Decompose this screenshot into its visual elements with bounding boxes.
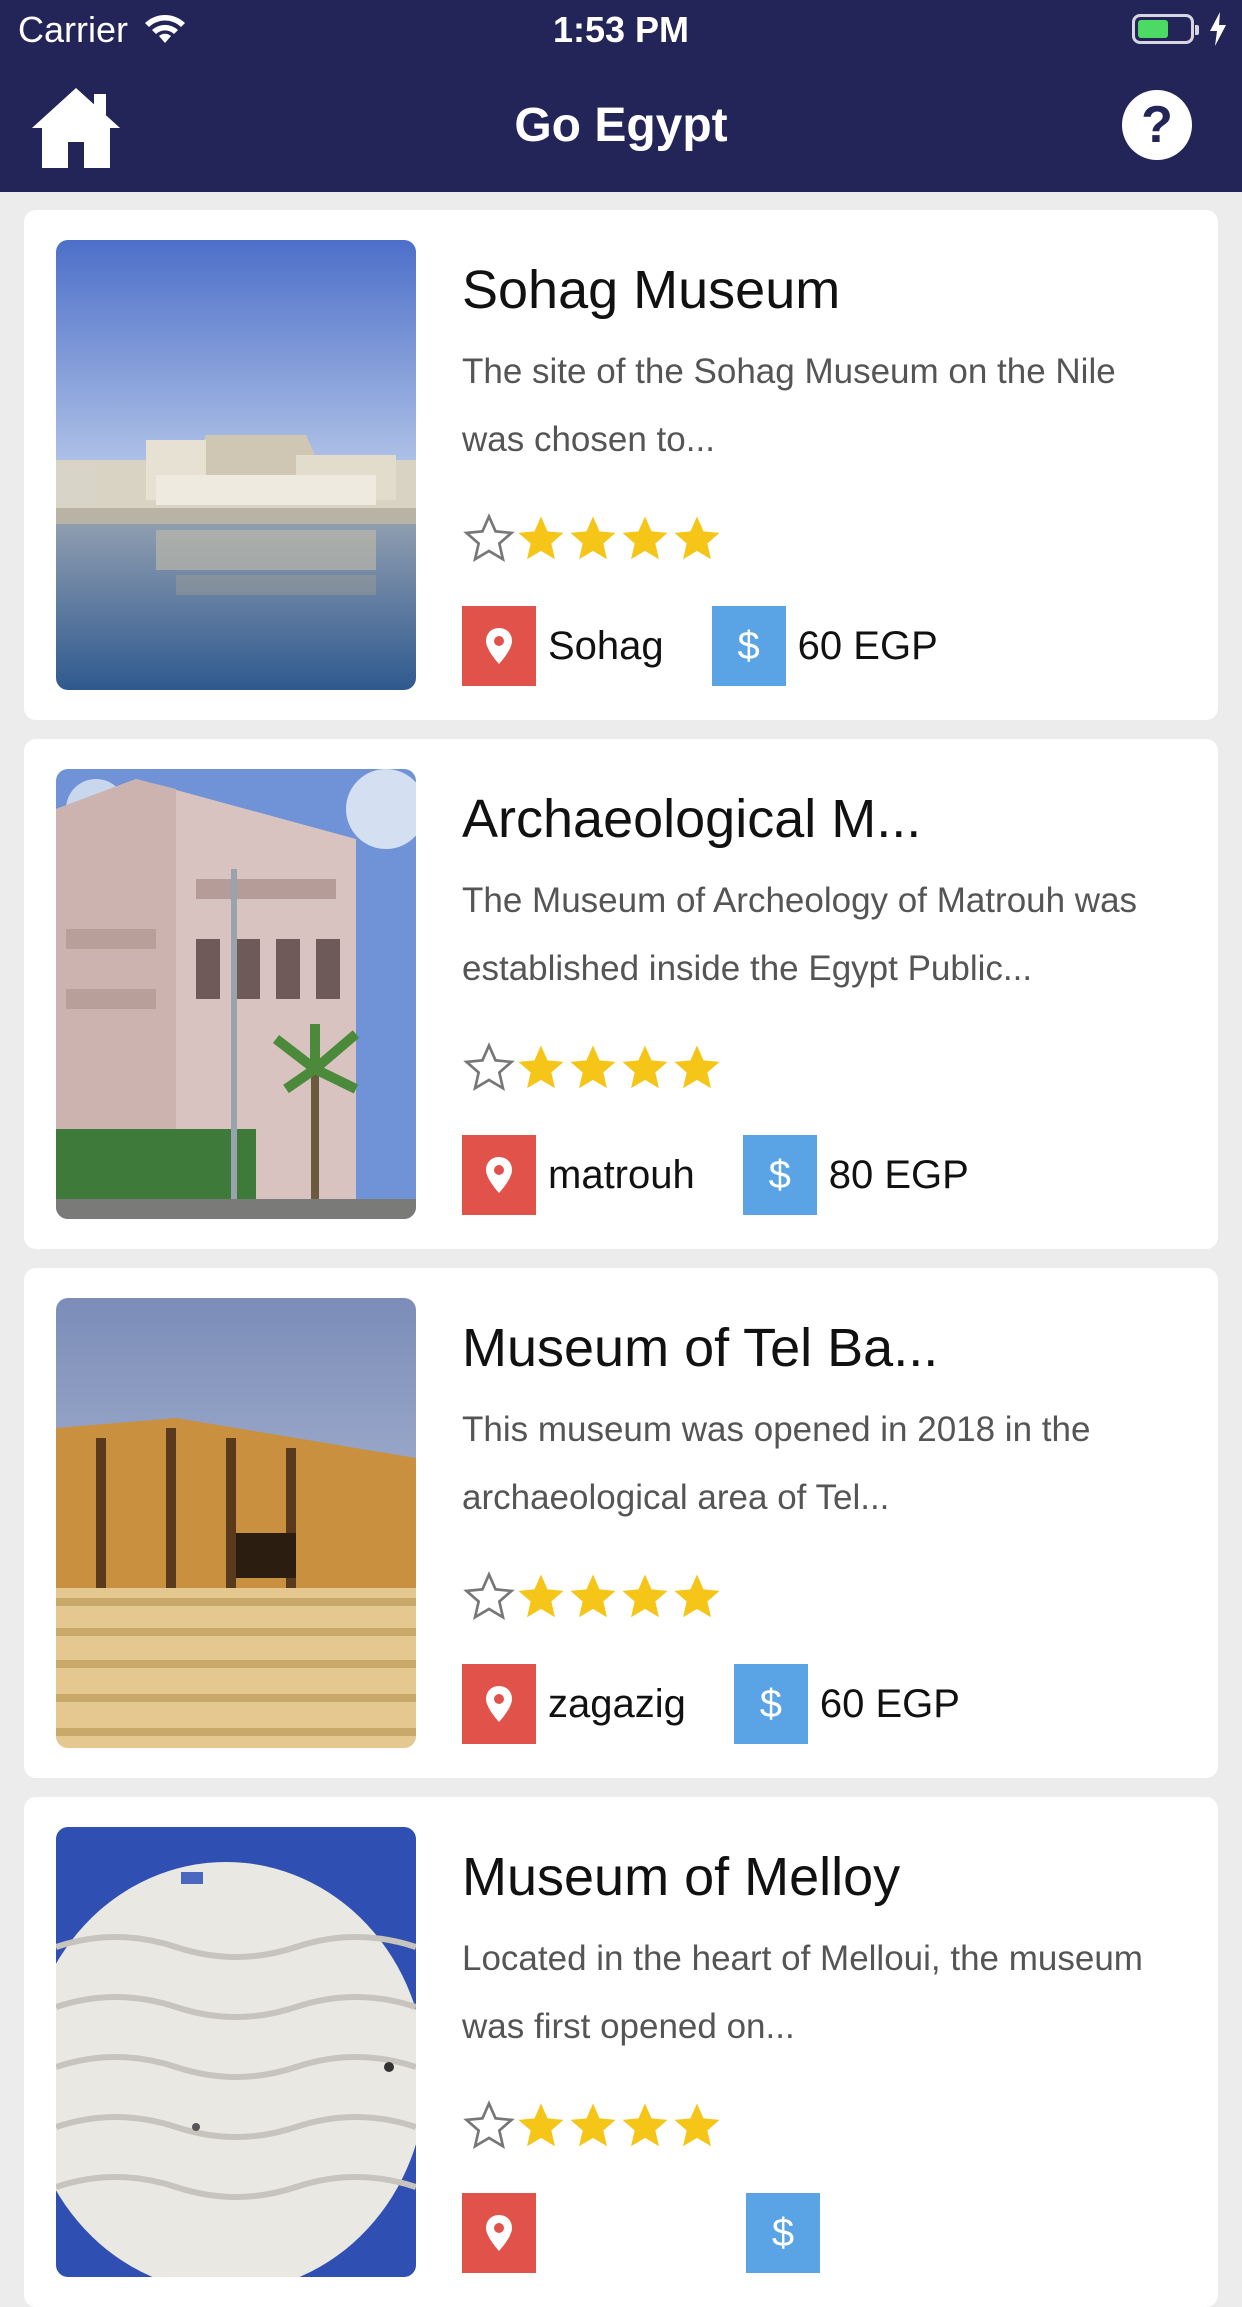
info-badges: $ xyxy=(462,2193,880,2273)
dollar-icon: $ xyxy=(771,2210,795,2255)
help-button[interactable]: ? xyxy=(1122,90,1192,160)
status-bar: Carrier 1:53 PM xyxy=(0,0,1242,62)
dollar-icon: $ xyxy=(737,623,760,668)
map-pin-icon xyxy=(486,2215,512,2251)
star-empty-icon xyxy=(463,1042,515,1092)
info-badges: matrouh $ 80 EGP xyxy=(462,1135,1017,1215)
museum-description: Located in the heart of Melloui, the mus… xyxy=(462,1939,1143,2046)
location-badge xyxy=(462,606,536,686)
star-empty-icon xyxy=(463,2100,515,2150)
charging-bolt-icon xyxy=(1210,12,1226,46)
museum-title: Museum of Tel Ba... xyxy=(462,1318,939,1378)
star-filled-icon xyxy=(674,1045,720,1089)
location-badge xyxy=(462,1135,536,1215)
navigation-bar: Go Egypt ? xyxy=(0,62,1242,192)
dollar-icon: $ xyxy=(768,1152,791,1197)
museum-price: 80 EGP xyxy=(828,1153,969,1197)
info-badges: Sohag $ 60 EGP xyxy=(462,606,986,686)
star-filled-icon xyxy=(622,2103,668,2147)
price-badge: $ xyxy=(711,606,786,686)
location-badge xyxy=(462,1664,536,1744)
museum-title: Archaeological M... xyxy=(462,789,922,849)
page-title: Go Egypt xyxy=(514,99,728,152)
star-filled-icon xyxy=(674,516,720,560)
star-filled-icon xyxy=(570,516,616,560)
star-empty-icon xyxy=(463,513,515,563)
rating-stars xyxy=(462,1041,722,1095)
star-filled-icon xyxy=(518,1574,564,1618)
museum-title: Museum of Melloy xyxy=(462,1847,901,1907)
museum-card[interactable]: Archaeological M... The Museum of Archeo… xyxy=(24,739,1218,1249)
museum-description: The Museum of Archeology of Matrouh was … xyxy=(462,881,1138,988)
museum-location: matrouh xyxy=(548,1153,695,1197)
star-filled-icon xyxy=(622,516,668,560)
dollar-icon: $ xyxy=(759,1681,782,1726)
museum-price: 60 EGP xyxy=(797,624,938,668)
price-badge: $ xyxy=(746,2193,820,2273)
museum-price: 60 EGP xyxy=(819,1682,960,1726)
rating-stars xyxy=(462,1570,722,1624)
battery-icon xyxy=(1132,14,1199,44)
price-badge: $ xyxy=(733,1664,808,1744)
rating-stars xyxy=(462,2099,722,2153)
star-filled-icon xyxy=(570,1574,616,1618)
star-filled-icon xyxy=(570,1045,616,1089)
price-badge: $ xyxy=(742,1135,817,1215)
star-filled-icon xyxy=(518,1045,564,1089)
museum-card[interactable]: Museum of Melloy Located in the heart of… xyxy=(24,1797,1218,2307)
map-pin-icon xyxy=(486,1686,512,1722)
map-pin-icon xyxy=(486,628,512,664)
star-filled-icon xyxy=(518,2103,564,2147)
battery-level xyxy=(1138,20,1168,38)
clock: 1:53 PM xyxy=(552,9,690,50)
museum-title: Sohag Museum xyxy=(462,260,841,320)
star-filled-icon xyxy=(674,1574,720,1618)
info-badges: zagazig $ 60 EGP xyxy=(462,1664,1008,1744)
museum-photo xyxy=(56,240,416,690)
museum-description: The site of the Sohag Museum on the Nile… xyxy=(462,352,1116,459)
star-filled-icon xyxy=(570,2103,616,2147)
museum-photo xyxy=(56,1827,416,2277)
rating-stars xyxy=(462,512,722,566)
museum-description: This museum was opened in 2018 in the ar… xyxy=(462,1410,1091,1517)
star-filled-icon xyxy=(622,1045,668,1089)
star-filled-icon xyxy=(674,2103,720,2147)
star-filled-icon xyxy=(622,1574,668,1618)
museum-photo xyxy=(56,1298,416,1748)
star-empty-icon xyxy=(463,1571,515,1621)
map-pin-icon xyxy=(486,1157,512,1193)
museum-location: zagazig xyxy=(548,1682,686,1726)
museum-card[interactable]: Sohag Museum The site of the Sohag Museu… xyxy=(24,210,1218,720)
location-badge xyxy=(462,2193,536,2273)
museum-location: Sohag xyxy=(548,624,664,668)
museum-photo xyxy=(56,769,416,1219)
museum-card[interactable]: Museum of Tel Ba... This museum was open… xyxy=(24,1268,1218,1778)
star-filled-icon xyxy=(518,516,564,560)
